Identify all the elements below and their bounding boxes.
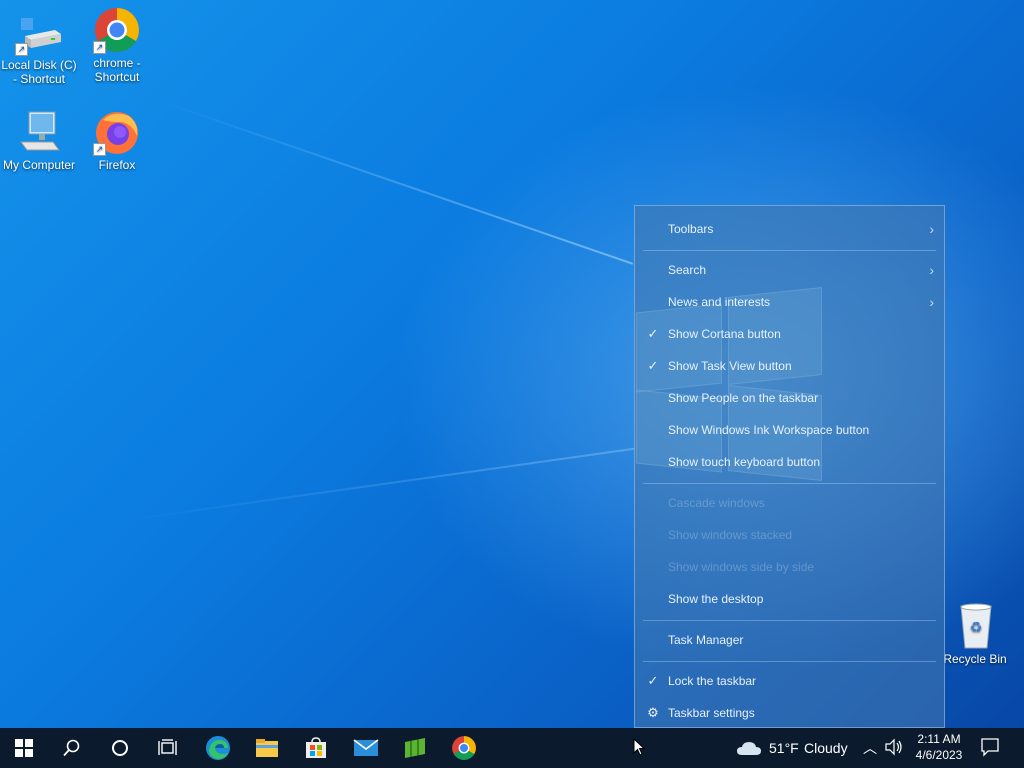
- menu-item-show-windows-side-by-side: Show windows side by side: [635, 552, 944, 582]
- firefox-icon: ↗: [93, 108, 141, 156]
- menu-item-show-task-view-button[interactable]: ✓ Show Task View button: [635, 351, 944, 381]
- recycle-bin-icon: ♻: [951, 602, 999, 650]
- cloud-icon: [737, 742, 761, 755]
- menu-item-task-manager[interactable]: Task Manager: [635, 625, 944, 655]
- menu-item-label: Lock the taskbar: [668, 674, 757, 688]
- desktop-icon-my-computer[interactable]: My Computer: [0, 108, 78, 172]
- chrome-taskbar-button[interactable]: [440, 728, 488, 768]
- store-taskbar-button[interactable]: [292, 728, 340, 768]
- clock-date: 4/6/2023: [915, 748, 963, 762]
- menu-item-cascade-windows: Cascade windows: [635, 488, 944, 518]
- menu-item-label: News and interests: [668, 295, 771, 309]
- task-view-button[interactable]: [144, 728, 192, 768]
- action-center-button[interactable]: [980, 737, 1004, 759]
- chevron-right-icon: ›: [929, 262, 934, 278]
- file-explorer-taskbar-button[interactable]: [243, 728, 291, 768]
- menu-separator: [643, 483, 936, 484]
- clock-time: 2:11 AM: [917, 732, 961, 746]
- desktop-icon-label: chrome - Shortcut: [93, 56, 141, 84]
- desktop-icon-firefox[interactable]: ↗ Firefox: [78, 108, 156, 172]
- mail-icon: [353, 739, 379, 756]
- menu-item-show-touch-keyboard[interactable]: Show touch keyboard button: [635, 447, 944, 477]
- file-explorer-icon: [256, 739, 278, 757]
- light-beam: [159, 100, 634, 265]
- menu-item-show-windows-ink[interactable]: Show Windows Ink Workspace button: [635, 415, 944, 445]
- menu-item-label: Task Manager: [668, 633, 744, 647]
- menu-item-label: Cascade windows: [668, 496, 765, 510]
- task-view-icon: [158, 739, 177, 755]
- menu-item-show-cortana-button[interactable]: ✓ Show Cortana button: [635, 319, 944, 349]
- menu-item-show-people[interactable]: Show People on the taskbar: [635, 383, 944, 413]
- chevron-right-icon: ›: [929, 221, 934, 237]
- menu-item-search[interactable]: Search ›: [635, 255, 944, 285]
- menu-item-label: Search: [668, 263, 707, 277]
- edge-taskbar-button[interactable]: [194, 728, 242, 768]
- cortana-button[interactable]: [96, 728, 144, 768]
- menu-item-news-and-interests[interactable]: News and interests ›: [635, 287, 944, 317]
- desktop-icon-recycle-bin[interactable]: ♻ Recycle Bin: [936, 602, 1014, 666]
- menu-item-label: Show Windows Ink Workspace button: [668, 423, 870, 437]
- checkmark-icon: ✓: [647, 673, 659, 688]
- taskbar-context-menu: Toolbars › Search › News and interests ›…: [634, 205, 945, 728]
- edge-icon: [206, 736, 230, 760]
- start-button[interactable]: [0, 728, 48, 768]
- chevron-up-icon: ︿: [863, 740, 877, 756]
- menu-item-label: Show windows stacked: [668, 528, 793, 542]
- weather-widget[interactable]: 51°F Cloudy: [734, 728, 854, 768]
- search-icon: [63, 739, 80, 757]
- menu-separator: [643, 620, 936, 621]
- mail-taskbar-button[interactable]: [342, 728, 390, 768]
- cortana-icon: [112, 740, 128, 756]
- desktop-icon-label: Local Disk (C) - Shortcut: [1, 58, 77, 86]
- menu-item-toolbars[interactable]: Toolbars ›: [635, 214, 944, 244]
- menu-separator: [643, 250, 936, 251]
- menu-item-label: Show windows side by side: [668, 560, 815, 574]
- chrome-icon: [452, 736, 476, 760]
- desktop-icon-label: Recycle Bin: [943, 652, 1007, 666]
- gear-icon: ⚙: [647, 705, 659, 720]
- light-beam: [119, 447, 636, 522]
- menu-item-show-windows-stacked: Show windows stacked: [635, 520, 944, 550]
- checkmark-icon: ✓: [647, 326, 659, 341]
- menu-separator: [643, 661, 936, 662]
- mouse-cursor-icon: [633, 738, 645, 756]
- search-button[interactable]: [48, 728, 96, 768]
- chrome-icon: ↗: [93, 6, 141, 54]
- drive-icon: ↗: [15, 8, 63, 56]
- show-hidden-icons-button[interactable]: ︿: [860, 738, 880, 758]
- store-icon: [306, 737, 326, 758]
- menu-item-show-desktop[interactable]: Show the desktop: [635, 584, 944, 614]
- taskbar: 51°F Cloudy ︿ 2:11 AM 4/6/2023: [0, 728, 1024, 768]
- chevron-right-icon: ›: [929, 294, 934, 310]
- windows-start-icon: [15, 739, 33, 757]
- desktop-icon-local-disk[interactable]: ↗ Local Disk (C) - Shortcut: [0, 8, 78, 86]
- volume-button[interactable]: [884, 737, 906, 759]
- svg-text:♻: ♻: [970, 620, 983, 636]
- clock[interactable]: 2:11 AM 4/6/2023: [910, 731, 968, 763]
- menu-item-label: Show Cortana button: [668, 327, 781, 341]
- notification-icon: [981, 738, 999, 757]
- minecraft-icon: [405, 738, 425, 758]
- desktop-icon-chrome[interactable]: ↗ chrome - Shortcut: [78, 6, 156, 84]
- menu-item-label: Show Task View button: [668, 359, 792, 373]
- minecraft-taskbar-button[interactable]: [391, 728, 439, 768]
- desktop-icon-label: My Computer: [2, 158, 76, 172]
- weather-temp: 51°F: [769, 740, 799, 756]
- menu-item-label: Show touch keyboard button: [668, 455, 821, 469]
- menu-item-label: Show the desktop: [668, 592, 764, 606]
- weather-condition: Cloudy: [804, 740, 848, 756]
- speaker-icon: [885, 738, 902, 756]
- menu-item-label: Show People on the taskbar: [668, 391, 819, 405]
- checkmark-icon: ✓: [647, 358, 659, 373]
- menu-item-label: Taskbar settings: [668, 706, 755, 720]
- menu-item-taskbar-settings[interactable]: ⚙ Taskbar settings: [635, 698, 944, 728]
- menu-item-label: Toolbars: [668, 222, 714, 236]
- menu-item-lock-taskbar[interactable]: ✓ Lock the taskbar: [635, 666, 944, 696]
- computer-icon: [15, 108, 63, 156]
- desktop-icon-label: Firefox: [98, 158, 136, 172]
